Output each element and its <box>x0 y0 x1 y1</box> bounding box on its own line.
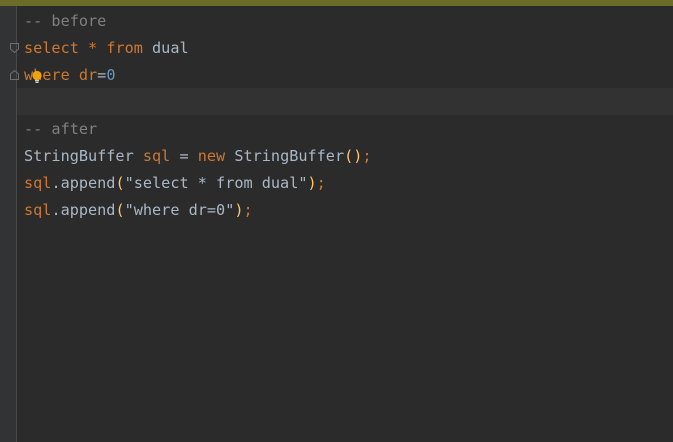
code-line-2[interactable]: select * from dual <box>24 35 372 62</box>
method-append: .append <box>51 174 116 192</box>
semicolon: ; <box>362 147 372 165</box>
variable-sql: sql <box>24 201 52 219</box>
code-line-5[interactable]: -- after <box>24 116 372 143</box>
keyword-select: select <box>24 39 79 57</box>
code-line-7[interactable]: sql.append("select * from dual"); <box>24 170 372 197</box>
code-line-8[interactable]: sql.append("where dr=0"); <box>24 197 372 224</box>
close-paren: ) <box>307 174 317 192</box>
sql-comment: -- after <box>24 120 98 138</box>
keyword-from: from <box>106 39 143 57</box>
number-literal: 0 <box>106 66 116 84</box>
code-line-1[interactable]: -- before <box>24 8 372 35</box>
open-paren: ( <box>115 201 125 219</box>
fold-open-icon[interactable] <box>10 43 19 53</box>
semicolon: ; <box>243 201 253 219</box>
keyword-new: new <box>197 147 226 165</box>
sql-comment: -- before <box>24 12 107 30</box>
close-paren: ) <box>234 201 244 219</box>
column-name: dr <box>78 66 98 84</box>
string-literal: "where dr=0" <box>124 201 235 219</box>
semicolon: ; <box>316 174 326 192</box>
parentheses: () <box>344 147 363 165</box>
code-line-6[interactable]: StringBuffer sql = new StringBuffer(); <box>24 143 372 170</box>
string-literal: "select * from dual" <box>124 174 308 192</box>
type-name: StringBuffer <box>24 147 134 165</box>
operator-star: * <box>78 39 107 57</box>
assign-operator: = <box>170 147 198 165</box>
method-append: .append <box>51 201 116 219</box>
equals-operator: = <box>97 66 107 84</box>
code-line-3[interactable]: where dr=0 <box>24 62 372 89</box>
table-name: dual <box>142 39 189 57</box>
code-line-4[interactable] <box>24 89 372 116</box>
constructor-name: StringBuffer <box>234 147 345 165</box>
top-highlight-strip <box>0 0 673 6</box>
lightbulb-icon[interactable] <box>31 70 43 84</box>
fold-close-icon[interactable] <box>10 70 19 80</box>
variable-sql: sql <box>142 147 171 165</box>
code-editor[interactable]: -- before select * from dual where dr=0 … <box>24 8 372 224</box>
open-paren: ( <box>115 174 125 192</box>
variable-sql: sql <box>24 174 52 192</box>
